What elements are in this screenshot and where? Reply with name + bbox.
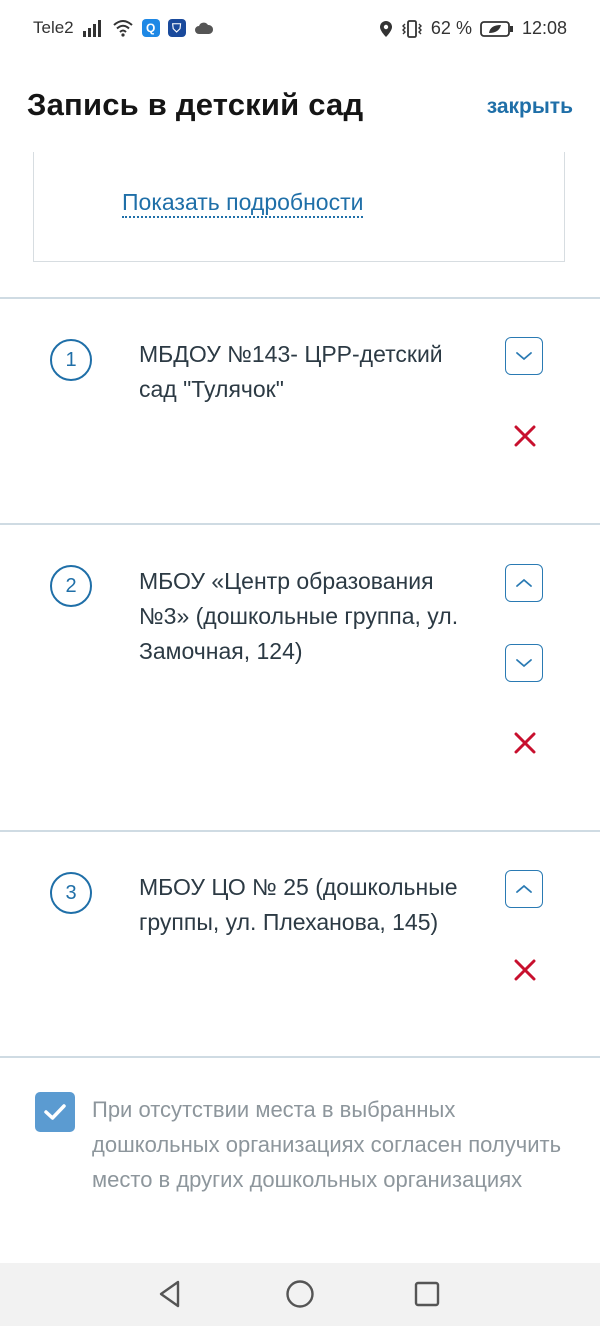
triangle-back-icon [159, 1280, 180, 1308]
nav-back-button[interactable] [153, 1277, 187, 1311]
status-right: 62 % 12:08 [379, 18, 567, 39]
priority-number: 1 [50, 339, 92, 381]
nav-recents-button[interactable] [410, 1277, 444, 1311]
remove-button[interactable] [510, 421, 540, 451]
status-bar: Tele2 Q ⛉ 62 % 12:08 [0, 0, 600, 60]
priority-number: 2 [50, 565, 92, 607]
kindergarten-item-1: 1 МБДОУ №143- ЦРР-детский сад "Тулячок" [0, 299, 600, 523]
kindergarten-item-3: 3 МБОУ ЦО № 25 (дошкольные группы, ул. П… [0, 832, 600, 1056]
signal-icon [82, 20, 101, 37]
close-icon [514, 959, 536, 981]
battery-saver-icon [480, 20, 513, 37]
move-up-button[interactable] [505, 564, 543, 602]
kindergarten-item-2: 2 МБОУ «Центр образования №3» (дошкольны… [0, 525, 600, 830]
checkmark-icon [44, 1104, 66, 1120]
remove-button[interactable] [510, 728, 540, 758]
wifi-icon [112, 20, 133, 37]
move-down-button[interactable] [505, 337, 543, 375]
page-title: Запись в детский сад [27, 87, 364, 122]
status-left: Tele2 Q ⛉ [33, 18, 214, 38]
consent-label[interactable]: При отсутствии места в выбранных дошколь… [92, 1092, 562, 1197]
chevron-up-icon [516, 578, 532, 587]
chevron-up-icon [516, 884, 532, 893]
move-down-button[interactable] [505, 644, 543, 682]
square-recents-icon [414, 1281, 440, 1307]
kindergarten-name: МБОУ ЦО № 25 (дошкольные группы, ул. Пле… [139, 874, 458, 935]
consent-checkbox[interactable] [35, 1092, 75, 1132]
chevron-down-icon [516, 659, 532, 668]
clock: 12:08 [521, 18, 567, 38]
circle-home-icon [286, 1280, 314, 1308]
priority-number: 3 [50, 872, 92, 914]
move-up-button[interactable] [505, 870, 543, 908]
vibrate-icon [401, 19, 422, 38]
show-details-link[interactable]: Показать подробности [122, 188, 364, 218]
close-icon [514, 732, 536, 754]
nav-home-button[interactable] [283, 1277, 317, 1311]
remove-button[interactable] [510, 955, 540, 985]
kindergarten-name: МБДОУ №143- ЦРР-детский сад "Тулячок" [139, 341, 443, 402]
close-icon [514, 425, 536, 447]
close-link[interactable]: закрыть [487, 95, 573, 119]
cloud-icon [194, 22, 213, 34]
location-icon [379, 20, 392, 37]
shield-app-icon: ⛉ [167, 19, 186, 37]
kindergarten-name: МБОУ «Центр образования №3» (дошкольные … [139, 568, 459, 664]
system-nav-bar [0, 1263, 600, 1326]
header: Запись в детский сад закрыть [0, 60, 600, 152]
details-card: Показать подробности [33, 148, 565, 262]
battery-percent: 62 % [430, 18, 472, 38]
carrier-label: Tele2 [33, 18, 74, 37]
chevron-down-icon [516, 352, 532, 361]
consent-block: При отсутствии места в выбранных дошколь… [0, 1058, 600, 1263]
search-app-icon: Q [141, 19, 160, 37]
